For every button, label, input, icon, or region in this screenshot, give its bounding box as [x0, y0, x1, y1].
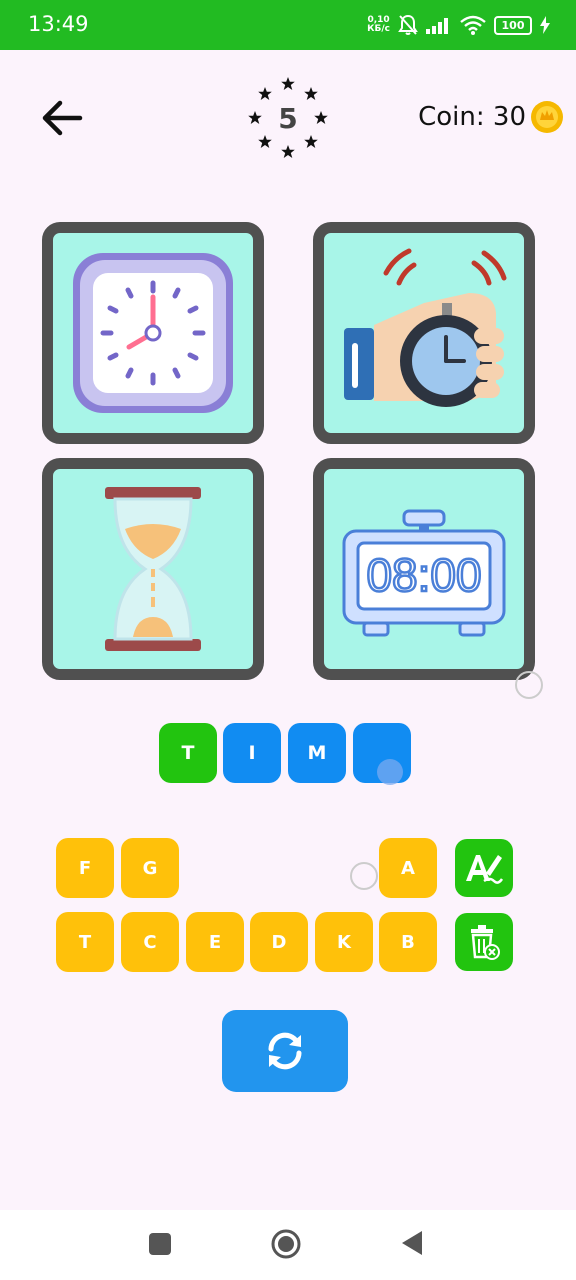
image-card-hourglass[interactable]: [42, 458, 264, 680]
trash-delete-icon: [471, 925, 500, 960]
image-card-wall-clock[interactable]: [42, 222, 264, 444]
back-nav-button[interactable]: [400, 1230, 424, 1256]
digital-clock-display: 08:00: [366, 549, 481, 601]
answer-slot-3[interactable]: M: [288, 723, 346, 783]
digital-alarm-clock-icon: 08:00: [342, 509, 506, 637]
remove-letters-button[interactable]: [455, 913, 513, 971]
status-bar: 13:49 0,10 КБ/с 100: [0, 0, 576, 50]
signal-icon: [426, 18, 448, 34]
level-indicator: 5: [246, 76, 330, 160]
letter-key-k[interactable]: K: [315, 912, 373, 972]
reveal-letter-button[interactable]: [455, 839, 513, 897]
bell-muted-icon: [398, 14, 418, 35]
image-card-stopwatch[interactable]: [313, 222, 535, 444]
status-icons: 0,10 КБ/с 100: [367, 14, 550, 36]
letter-key-a[interactable]: A: [379, 838, 437, 898]
answer-slot-1[interactable]: T: [159, 723, 217, 783]
reveal-letter-icon: [466, 855, 504, 884]
image-card-digital-clock[interactable]: 08:00: [313, 458, 535, 680]
charging-icon: [540, 16, 550, 34]
wall-clock-icon: [73, 253, 233, 413]
wifi-icon: [460, 15, 486, 35]
status-time: 13:49: [28, 12, 89, 36]
letter-key-f[interactable]: F: [56, 838, 114, 898]
net-speed-unit: КБ/с: [367, 24, 390, 34]
coin-counter: Coin: 30: [418, 100, 564, 134]
letter-key-d[interactable]: D: [250, 912, 308, 972]
recent-apps-button[interactable]: [148, 1232, 172, 1256]
touch-dot: [377, 759, 403, 785]
touch-indicator: [515, 671, 543, 699]
letter-key-b[interactable]: B: [379, 912, 437, 972]
answer-slot-4[interactable]: [353, 723, 411, 785]
net-speed: 0,10 КБ/с: [367, 16, 390, 34]
arrow-left-icon: [42, 100, 83, 136]
level-number: 5: [278, 102, 298, 135]
letter-key-t[interactable]: T: [56, 912, 114, 972]
touch-indicator-2: [350, 862, 378, 890]
back-button[interactable]: [40, 96, 86, 140]
coin-icon: [531, 101, 563, 133]
refresh-button[interactable]: [222, 1010, 348, 1092]
answer-slot-2[interactable]: I: [223, 723, 281, 783]
coin-label: Coin: 30: [418, 102, 526, 132]
letter-key-g[interactable]: G: [121, 838, 179, 898]
home-button[interactable]: [270, 1228, 302, 1260]
letter-key-c[interactable]: C: [121, 912, 179, 972]
letter-key-e[interactable]: E: [186, 912, 244, 972]
stopwatch-hand-icon: [344, 248, 507, 407]
system-nav-bar: [0, 1210, 576, 1280]
refresh-icon: [268, 1032, 302, 1070]
hourglass-icon: [105, 487, 201, 651]
battery-indicator: 100: [494, 15, 532, 35]
